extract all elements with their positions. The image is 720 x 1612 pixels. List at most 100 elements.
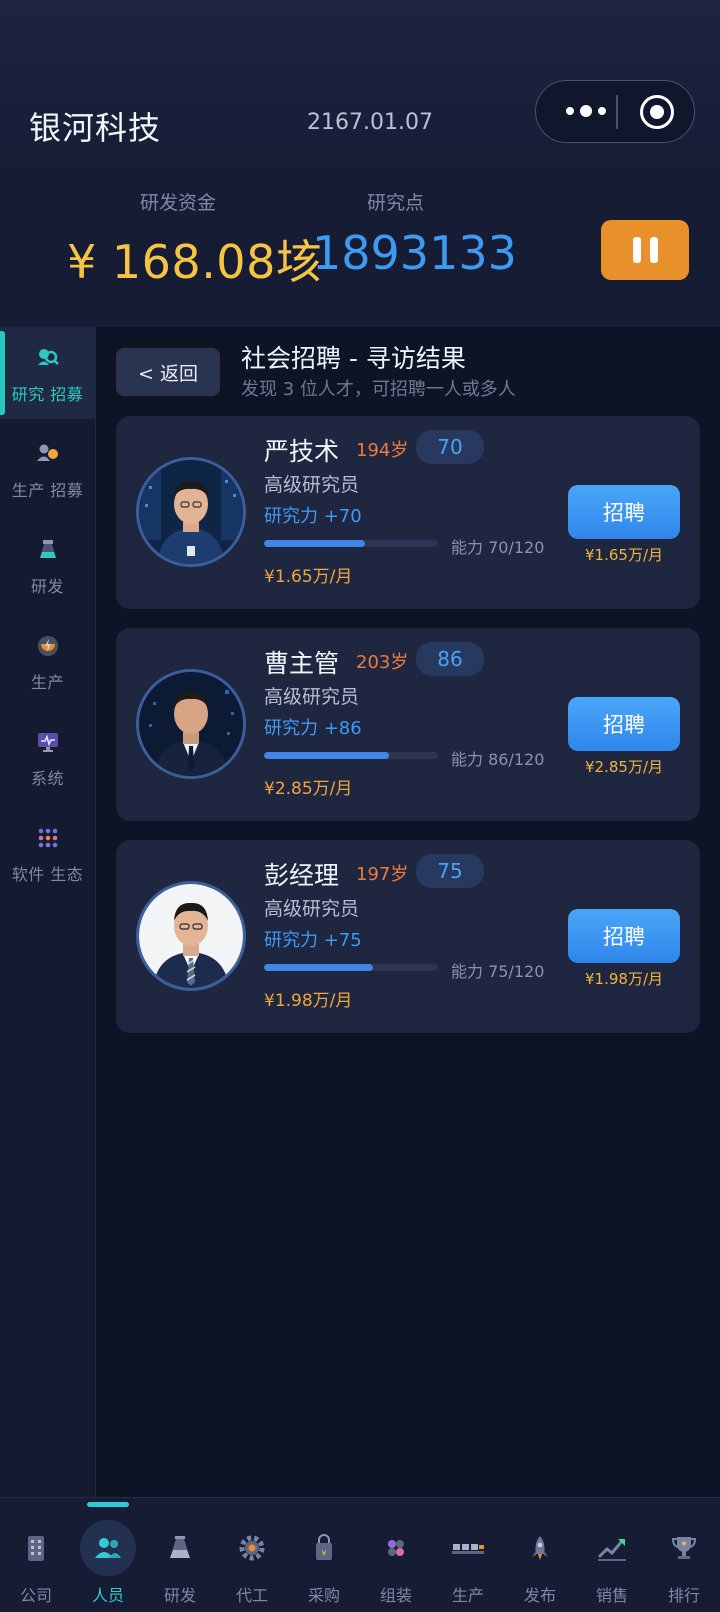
nav-label: 采购: [307, 1586, 340, 1605]
nav-item-purchase[interactable]: ¥ 采购: [288, 1520, 360, 1610]
nav-item-production[interactable]: 生产: [432, 1520, 504, 1610]
capacity-bar: [264, 540, 438, 547]
candidate-role: 高级研究员: [264, 474, 360, 496]
capacity-bar-fill: [264, 752, 389, 759]
ability-badge: 70: [416, 430, 484, 464]
monitor-icon: [35, 729, 61, 755]
nav-item-sales[interactable]: 销售: [576, 1520, 648, 1610]
nav-label: 研发: [163, 1586, 196, 1605]
app-header: 银河科技 2167.01.07: [0, 0, 720, 172]
funds-label: 研发资金: [140, 192, 217, 214]
sidebar-item-research-recruit[interactable]: 研究 招募: [0, 327, 95, 419]
candidate-role: 高级研究员: [264, 898, 360, 920]
grid-dots-icon: [35, 825, 61, 851]
candidate-card: 严技术 194岁 70 高级研究员 研究力 +70 能力 70/120 ¥1.6…: [116, 416, 700, 609]
page-subtitle: 发现 3 位人才，可招聘一人或多人: [241, 379, 516, 400]
candidate-age: 203岁: [356, 652, 409, 673]
svg-text:★: ★: [680, 1539, 687, 1548]
candidate-research-power: 研究力 +86: [264, 718, 362, 739]
nav-item-people[interactable]: 人员: [72, 1520, 144, 1610]
sidebar-item-production[interactable]: 生产: [0, 615, 95, 707]
bottom-nav: 公司 人员 研发 代工 ¥ 采购 组装 生产 发布 销售 ★ 排行: [0, 1497, 720, 1612]
miniprogram-capsule: [535, 80, 695, 143]
candidate-capacity: 能力 86/120: [451, 750, 545, 769]
research-points-label: 研究点: [367, 192, 425, 214]
nav-label: 代工: [235, 1586, 268, 1605]
candidate-name: 曹主管: [264, 649, 340, 678]
hire-salary: ¥1.65万/月: [585, 546, 663, 564]
nav-item-rnd[interactable]: 研发: [144, 1520, 216, 1610]
candidate-salary: ¥1.65万/月: [264, 567, 353, 587]
flask-icon: [152, 1520, 208, 1576]
sidebar-item-software-ecosystem[interactable]: 软件 生态: [0, 807, 95, 899]
candidate-avatar: [136, 669, 246, 779]
game-date: 2167.01.07: [307, 110, 433, 135]
pause-button[interactable]: [601, 220, 689, 280]
building-icon: [8, 1520, 64, 1576]
sidebar-item-system[interactable]: 系统: [0, 711, 95, 803]
pause-icon: [632, 237, 641, 263]
candidate-research-power: 研究力 +70: [264, 506, 362, 527]
candidate-salary: ¥2.85万/月: [264, 779, 353, 799]
candidate-research-power: 研究力 +75: [264, 930, 362, 951]
more-menu-icon[interactable]: [558, 81, 614, 141]
sidebar-item-label: 软件 生态: [11, 865, 84, 884]
nav-label: 人员: [91, 1586, 124, 1605]
sidebar-item-label: 系统: [30, 769, 64, 788]
trophy-icon: ★: [656, 1520, 712, 1576]
conveyor-icon: [440, 1520, 496, 1576]
active-tab-indicator: [87, 1502, 129, 1507]
hire-button[interactable]: 招聘: [568, 909, 680, 963]
candidate-avatar: [136, 457, 246, 567]
capacity-bar: [264, 752, 438, 759]
trend-up-icon: [584, 1520, 640, 1576]
resource-stats: 研发资金 研究点 ¥ 168.08垓 1893133: [0, 172, 720, 327]
svg-text:¥: ¥: [321, 1549, 326, 1558]
candidate-card: 彭经理 197岁 75 高级研究员 研究力 +75 能力 75/120 ¥1.9…: [116, 840, 700, 1033]
rocket-icon: [512, 1520, 568, 1576]
page-title: 社会招聘 - 寻访结果: [241, 344, 466, 373]
close-miniprogram-icon[interactable]: [640, 95, 674, 129]
nav-label: 发布: [523, 1586, 556, 1605]
candidate-role: 高级研究员: [264, 686, 360, 708]
candidate-avatar: [136, 881, 246, 991]
flask-icon: [35, 537, 61, 563]
candidate-name: 彭经理: [264, 861, 340, 890]
candidate-age: 194岁: [356, 440, 409, 461]
candidate-name: 严技术: [264, 437, 340, 466]
sidebar-item-label: 生产: [30, 673, 64, 692]
nav-item-foundry[interactable]: 代工: [216, 1520, 288, 1610]
back-button[interactable]: < 返回: [116, 348, 220, 396]
sidebar-item-label: 生产 招募: [11, 481, 84, 500]
shopping-bag-icon: ¥: [296, 1520, 352, 1576]
nav-item-assembly[interactable]: 组装: [360, 1520, 432, 1610]
funds-value: ¥ 168.08垓: [67, 235, 323, 289]
nav-item-company[interactable]: 公司: [0, 1520, 72, 1610]
candidate-capacity: 能力 75/120: [451, 962, 545, 981]
capacity-bar-fill: [264, 964, 373, 971]
capacity-bar-fill: [264, 540, 366, 547]
candidate-capacity: 能力 70/120: [451, 538, 545, 557]
hire-button[interactable]: 招聘: [568, 697, 680, 751]
capacity-bar: [264, 964, 438, 971]
sidebar-item-label: 研发: [30, 577, 64, 596]
nav-label: 组装: [379, 1586, 412, 1605]
research-points-value: 1893133: [312, 226, 517, 280]
power-icon: [35, 633, 61, 659]
ability-badge: 75: [416, 854, 484, 888]
candidate-card: 曹主管 203岁 86 高级研究员 研究力 +86 能力 86/120 ¥2.8…: [116, 628, 700, 821]
hire-button[interactable]: 招聘: [568, 485, 680, 539]
sidebar-item-production-recruit[interactable]: 生产 招募: [0, 423, 95, 515]
sidebar-item-rnd[interactable]: 研发: [0, 519, 95, 611]
candidate-salary: ¥1.98万/月: [264, 991, 353, 1011]
sidebar-item-label: 研究 招募: [11, 385, 84, 404]
nav-label: 排行: [667, 1586, 700, 1605]
company-name: 银河科技: [29, 109, 162, 147]
hire-salary: ¥1.98万/月: [585, 970, 663, 988]
nav-item-ranking[interactable]: ★ 排行: [648, 1520, 720, 1610]
research-recruit-icon: [35, 345, 61, 371]
nav-item-launch[interactable]: 发布: [504, 1520, 576, 1610]
sidebar: 研究 招募 生产 招募 研发 生产 系统 软件 生态: [0, 327, 96, 1497]
people-icon: [80, 1520, 136, 1576]
ability-badge: 86: [416, 642, 484, 676]
